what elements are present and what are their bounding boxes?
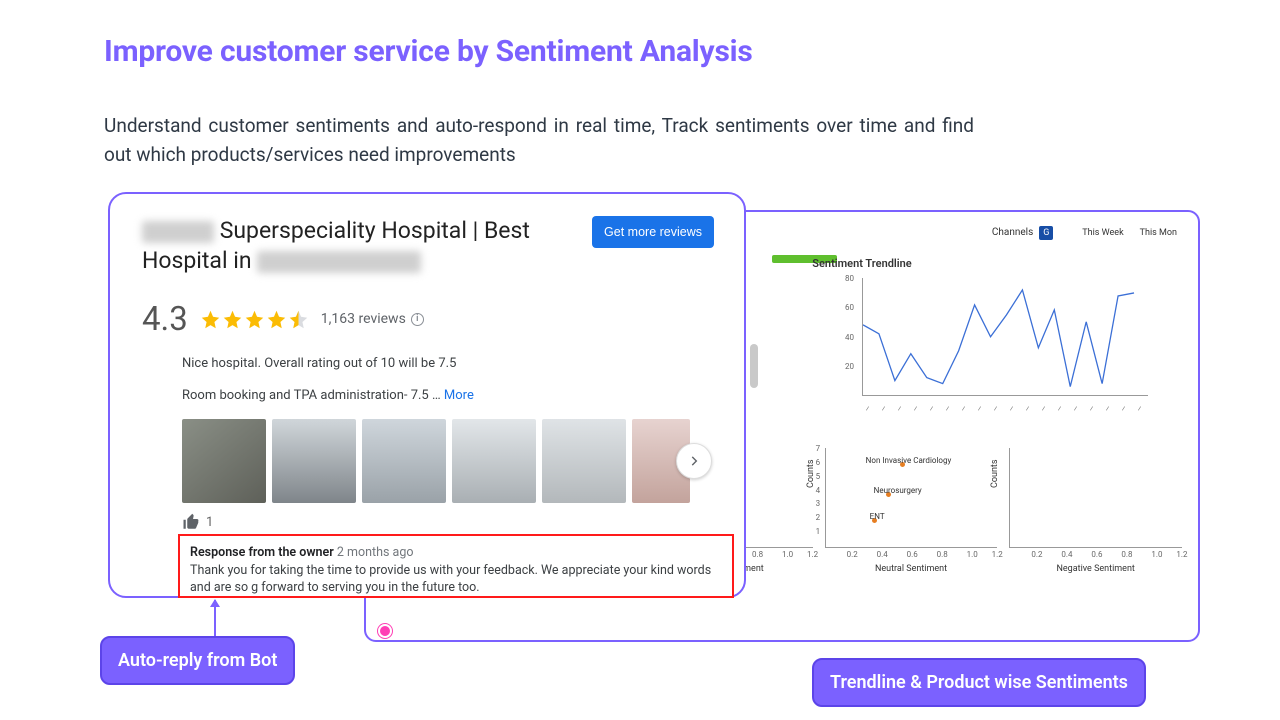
star-rating-icon xyxy=(200,309,309,330)
tab-this-month[interactable]: This Mon xyxy=(1135,226,1182,240)
more-link[interactable]: More xyxy=(441,388,474,403)
owner-response-box: Response from the owner 2 months ago Tha… xyxy=(178,534,734,598)
business-name: Superspeciality Hospital | Best Hospital… xyxy=(142,216,592,276)
owner-response-age: 2 months ago xyxy=(337,545,414,560)
page-title: Improve customer service by Sentiment An… xyxy=(104,34,1180,69)
review-photo[interactable] xyxy=(272,419,356,503)
review-photos xyxy=(182,419,714,503)
negative-sentiment-chart: Counts 0.20.4 0.60.8 1.01.2 Negative Sen… xyxy=(1009,448,1182,574)
callout-trendline: Trendline & Product wise Sentiments xyxy=(812,658,1146,707)
callout-auto-reply: Auto-reply from Bot xyxy=(100,636,295,685)
annotation-dot-icon xyxy=(378,624,392,638)
review-photo[interactable] xyxy=(182,419,266,503)
owner-response-text: Thank you for taking the time to provide… xyxy=(190,562,722,597)
owner-response-title: Response from the owner xyxy=(190,545,334,560)
chevron-right-icon[interactable] xyxy=(676,443,712,479)
get-more-reviews-button[interactable]: Get more reviews xyxy=(592,216,714,248)
review-photo[interactable] xyxy=(452,419,536,503)
google-channel-icon[interactable]: G xyxy=(1039,226,1053,240)
neutral-sentiment-chart: Counts 76 54 32 1 Non Invasive Cardiolog… xyxy=(825,448,998,574)
channels-label: Channels xyxy=(992,227,1033,238)
like-count: 1 xyxy=(206,515,213,530)
review-photo[interactable] xyxy=(362,419,446,503)
thumb-up-icon[interactable] xyxy=(182,513,200,531)
arrow-up-icon xyxy=(214,600,216,636)
review-text-line2: Room booking and TPA administration- 7.5… xyxy=(182,388,441,403)
trendline-chart: 80 60 40 20 —— —— —— —— —— —— —— —— —— xyxy=(862,278,1148,396)
tab-this-week[interactable]: This Week xyxy=(1077,226,1128,240)
review-count[interactable]: 1,163 reviews xyxy=(321,311,406,327)
review-photo[interactable] xyxy=(542,419,626,503)
scrollbar[interactable] xyxy=(750,344,758,388)
rating-value: 4.3 xyxy=(142,300,188,339)
info-icon[interactable]: i xyxy=(411,313,424,326)
review-text-line1: Nice hospital. Overall rating out of 10 … xyxy=(182,355,714,373)
page-subtitle: Understand customer sentiments and auto-… xyxy=(104,111,974,170)
